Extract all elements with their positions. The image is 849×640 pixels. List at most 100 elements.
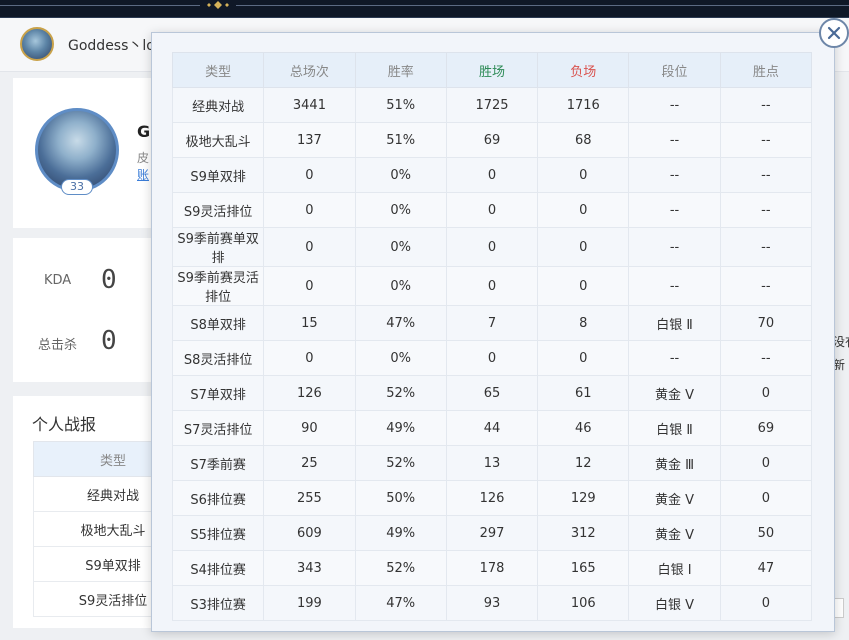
cell-lp: --: [719, 157, 813, 193]
cell-losses: 0: [537, 192, 630, 228]
cell-losses: 68: [537, 122, 630, 158]
kda-label: KDA: [44, 273, 72, 288]
col-wins: 胜场: [445, 52, 539, 88]
kills-label: 总击杀: [38, 338, 78, 353]
banner-line-right: [236, 5, 849, 6]
cell-total: 0: [263, 266, 356, 306]
cell-winrate: 52%: [354, 445, 447, 481]
cell-type: S7灵活排位: [171, 410, 265, 446]
cell-losses: 8: [537, 305, 630, 341]
season-stats-table: 类型 总场次 胜率 胜场 负场 段位 胜点 经典对战 3441 51% 1725 171…: [171, 52, 813, 621]
cell-wins: 0: [445, 266, 539, 306]
cell-losses: 46: [537, 410, 630, 446]
cell-losses: 312: [537, 515, 630, 551]
cell-type: S9单双排: [171, 157, 265, 193]
cell-losses: 61: [537, 375, 630, 411]
report-title: 个人战报: [32, 415, 97, 434]
stats-modal: 类型 总场次 胜率 胜场 负场 段位 胜点 经典对战 3441 51% 1725 171…: [151, 32, 835, 632]
cell-tier: 黄金 Ⅴ: [628, 515, 721, 551]
cell-type: S8灵活排位: [171, 340, 265, 376]
table-row: S7单双排 126 52% 65 61 黄金 Ⅴ0: [171, 375, 813, 411]
table-row: S8灵活排位 0 0% 0 0 -- --: [171, 340, 813, 376]
table-row: S8单双排 15 47% 7 8 白银 Ⅱ 70: [171, 305, 813, 341]
cell-wins: 7: [445, 305, 539, 341]
cell-winrate: 0%: [354, 227, 447, 267]
cell-total: 0: [263, 157, 356, 193]
cell-losses: 106: [537, 585, 630, 621]
cell-winrate: 49%: [354, 410, 447, 446]
table-row: S3排位赛 199 47% 93 106 白银 Ⅴ0: [171, 585, 813, 621]
cell-winrate: 47%: [354, 305, 447, 341]
cell-winrate: 0%: [354, 266, 447, 306]
cell-total: 0: [263, 227, 356, 267]
cell-losses: 12: [537, 445, 630, 481]
cell-total: 343: [263, 550, 356, 586]
cell-total: 126: [263, 375, 356, 411]
cell-wins: 13: [445, 445, 539, 481]
cell-lp: 70: [719, 305, 813, 341]
cell-losses: 0: [537, 340, 630, 376]
cell-tier: 黄金 Ⅲ: [628, 445, 721, 481]
table-row: S9季前赛灵活排位 0 0% 0 0 -- --: [171, 266, 813, 306]
cell-tier: 白银 Ⅱ: [628, 305, 721, 341]
cell-total: 609: [263, 515, 356, 551]
table-row: S9季前赛单双排 0 0% 0 0 -- --: [171, 227, 813, 267]
cell-lp: 0: [719, 375, 813, 411]
cell-losses: 1716: [537, 87, 630, 123]
banner-line-left: [0, 5, 200, 6]
cell-lp: --: [719, 227, 813, 267]
cell-tier: --: [628, 266, 721, 306]
cell-winrate: 51%: [354, 122, 447, 158]
cell-wins: 0: [445, 157, 539, 193]
close-button[interactable]: [819, 18, 849, 48]
cell-losses: 129: [537, 480, 630, 516]
cell-wins: 69: [445, 122, 539, 158]
table-row: S9单双排 0 0% 0 0 -- --: [171, 157, 813, 193]
cell-winrate: 0%: [354, 192, 447, 228]
cell-type: 经典对战: [171, 87, 265, 123]
cell-winrate: 52%: [354, 550, 447, 586]
col-tier: 段位: [628, 52, 721, 88]
cell-tier: --: [628, 122, 721, 158]
cell-total: 25: [263, 445, 356, 481]
top-banner: [0, 0, 849, 18]
cell-wins: 0: [445, 192, 539, 228]
cell-lp: 0: [719, 585, 813, 621]
cell-winrate: 0%: [354, 340, 447, 376]
cell-lp: 50: [719, 515, 813, 551]
cell-type: S7季前赛: [171, 445, 265, 481]
account-link[interactable]: 账: [137, 166, 149, 183]
cell-total: 199: [263, 585, 356, 621]
cell-tier: --: [628, 157, 721, 193]
ornament-icon: [207, 1, 229, 9]
cell-lp: --: [719, 340, 813, 376]
col-type: 类型: [171, 52, 265, 88]
cell-type: S9灵活排位: [171, 192, 265, 228]
table-row: S7季前赛 25 52% 13 12 黄金 Ⅲ0: [171, 445, 813, 481]
cell-total: 0: [263, 340, 356, 376]
profile-name: G: [137, 122, 151, 141]
cell-type: S3排位赛: [171, 585, 265, 621]
table-body: 经典对战 3441 51% 1725 1716 -- -- 极地大乱斗 137 51% 69 68 --…: [171, 87, 813, 621]
cell-total: 255: [263, 480, 356, 516]
kda-value: 0: [101, 265, 117, 295]
kills-value: 0: [101, 326, 117, 356]
cell-type: S6排位赛: [171, 480, 265, 516]
table-row: S7灵活排位 90 49% 44 46 白银 Ⅱ 69: [171, 410, 813, 446]
cell-wins: 0: [445, 340, 539, 376]
cell-type: 极地大乱斗: [171, 122, 265, 158]
cell-winrate: 49%: [354, 515, 447, 551]
cell-lp: 69: [719, 410, 813, 446]
cell-tier: 白银 Ⅱ: [628, 410, 721, 446]
cell-tier: 白银 Ⅰ: [628, 550, 721, 586]
cell-lp: --: [719, 192, 813, 228]
avatar[interactable]: [20, 27, 54, 61]
cell-type: S4排位赛: [171, 550, 265, 586]
cell-wins: 1725: [445, 87, 539, 123]
cell-type: S9季前赛灵活排位: [171, 266, 265, 306]
col-lp: 胜点: [719, 52, 813, 88]
cell-total: 90: [263, 410, 356, 446]
table-row: S9灵活排位 0 0% 0 0 -- --: [171, 192, 813, 228]
username[interactable]: Goddess丶los: [68, 35, 162, 55]
cell-wins: 297: [445, 515, 539, 551]
